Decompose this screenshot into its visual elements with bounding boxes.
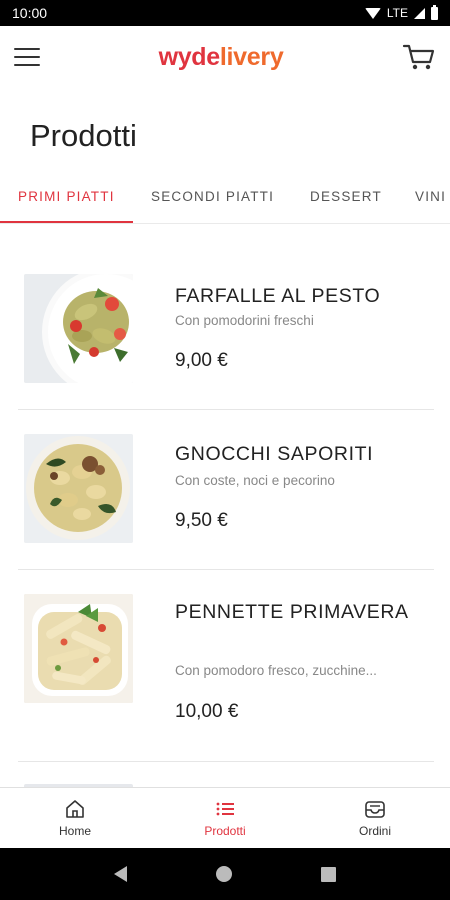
network-type: LTE xyxy=(386,6,408,20)
nav-item-home[interactable]: Home xyxy=(0,788,150,848)
inbox-icon xyxy=(365,801,385,818)
product-price: 9,50 € xyxy=(175,510,228,531)
product-item-farfalle[interactable]: FARFALLE AL PESTO Con pomodorini freschi… xyxy=(18,258,434,410)
signal-icon xyxy=(414,7,425,19)
nav-label-prodotti: Prodotti xyxy=(204,824,246,838)
product-image xyxy=(24,434,133,543)
tab-secondi-piatti[interactable]: SECONDI PIATTI xyxy=(151,172,274,223)
status-time: 10:00 xyxy=(12,5,48,21)
app-bar: wydelivery xyxy=(0,26,450,88)
product-image xyxy=(24,594,133,703)
product-description: Con coste, noci e pecorino xyxy=(175,473,335,488)
product-price: 10,00 € xyxy=(175,701,239,722)
tab-dessert[interactable]: DESSERT xyxy=(310,172,382,223)
shopping-cart-icon[interactable] xyxy=(402,42,436,72)
status-icons: LTE xyxy=(364,4,438,20)
bottom-navigation: Home Prodotti Ordini xyxy=(0,787,450,848)
product-image xyxy=(24,274,133,383)
hamburger-menu-icon[interactable] xyxy=(14,48,40,66)
status-bar: 10:00 LTE xyxy=(0,0,450,26)
nav-label-ordini: Ordini xyxy=(358,824,391,838)
product-price: 9,00 € xyxy=(175,350,228,371)
product-item-gnocchi[interactable]: GNOCCHI SAPORITI Con coste, noci e pecor… xyxy=(18,410,434,570)
recent-apps-icon[interactable] xyxy=(320,866,336,882)
system-navigation-bar xyxy=(0,848,450,900)
nav-item-prodotti[interactable]: Prodotti xyxy=(150,788,300,848)
nav-label-home: Home xyxy=(58,824,91,838)
product-name: FARFALLE AL PESTO xyxy=(175,285,381,307)
category-tabs: PRIMI PIATTI SECONDI PIATTI DESSERT VINI xyxy=(0,172,450,224)
back-icon[interactable] xyxy=(114,866,128,882)
home-button-icon[interactable] xyxy=(215,866,232,882)
product-description: Con pomodoro fresco, zucchine... xyxy=(175,663,377,678)
wifi-icon xyxy=(364,7,381,19)
tab-vini[interactable]: VINI xyxy=(415,172,446,223)
product-item-pennette[interactable]: PENNETTE PRIMAVERA Con pomodoro fresco, … xyxy=(18,570,434,762)
battery-icon xyxy=(431,4,438,20)
page-title: Prodotti xyxy=(30,118,137,153)
app-logo: wydelivery xyxy=(158,42,284,71)
product-name: PENNETTE PRIMAVERA xyxy=(175,601,409,623)
tab-primi-piatti[interactable]: PRIMI PIATTI xyxy=(0,172,133,223)
product-description: Con pomodorini freschi xyxy=(175,313,314,328)
product-name: GNOCCHI SAPORITI xyxy=(175,443,374,465)
list-icon xyxy=(216,802,234,816)
nav-item-ordini[interactable]: Ordini xyxy=(300,788,450,848)
home-icon xyxy=(66,800,84,818)
